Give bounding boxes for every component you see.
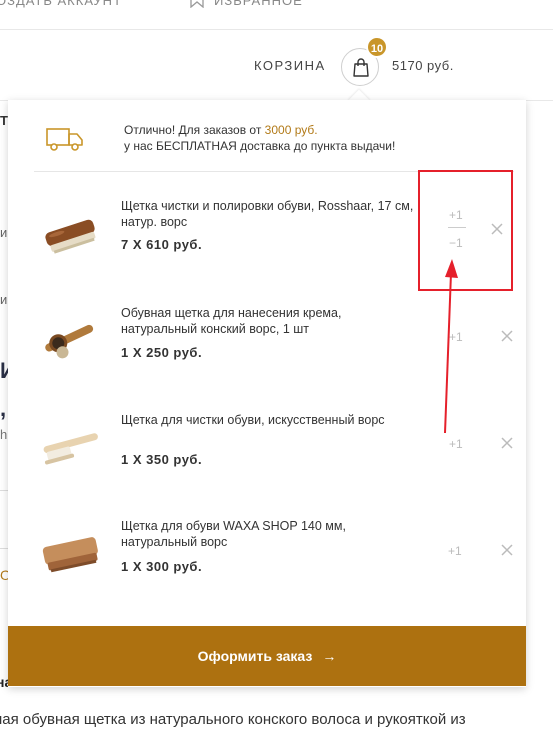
item-price: 1 X 250 руб. — [121, 345, 203, 360]
cart-count-badge: 10 — [366, 36, 388, 58]
shoe-brush-dark-icon — [45, 219, 96, 254]
promo-line2: у нас БЕСПЛАТНАЯ доставка до пункта выда… — [124, 139, 396, 153]
item-title[interactable]: Щетка чистки и полировки обуви, Rosshaar… — [121, 198, 421, 230]
cart-label[interactable]: КОРЗИНА — [254, 58, 326, 73]
item-title[interactable]: Щетка для чистки обуви, искусственный во… — [121, 412, 421, 428]
close-icon[interactable] — [500, 436, 514, 450]
bookmark-icon[interactable] — [190, 0, 204, 8]
qty-increase-button[interactable]: +1 — [449, 437, 463, 451]
close-icon[interactable] — [500, 329, 514, 343]
wood-brush-icon — [42, 537, 98, 573]
favorites-link[interactable]: ИЗБРАННОЕ — [214, 0, 303, 8]
top-strip: ОЗДАТЬ АККАУНТ ИЗБРАННОЕ — [0, 0, 553, 30]
truck-icon — [46, 128, 83, 151]
checkout-label: Оформить заказ — [197, 648, 313, 664]
promo-amount: 3000 руб. — [264, 123, 318, 137]
item-price: 1 X 300 руб. — [121, 559, 203, 574]
checkout-button[interactable]: Оформить заказ → — [8, 626, 526, 686]
item-title[interactable]: Обувная щетка для нанесения крема, натур… — [121, 305, 421, 337]
annotation-arrow-icon — [444, 259, 458, 434]
light-brush-icon — [43, 433, 98, 465]
promo-line1: Отлично! Для заказов от — [124, 123, 265, 137]
qty-increase-button[interactable]: +1 — [448, 544, 462, 558]
dauber-brush-icon — [45, 324, 94, 359]
close-icon[interactable] — [500, 543, 514, 557]
bg-fragment: и — [0, 292, 8, 307]
bg-description-text: ная обувная щетка из натурального конско… — [0, 711, 466, 728]
cart-item: Щетка для обуви WAXA SHOP 140 мм, натура… — [34, 504, 514, 612]
shopping-bag-icon — [353, 58, 369, 77]
bg-divider — [0, 548, 8, 549]
page: ОЗДАТЬ АККАУНТ ИЗБРАННОЕ КОРЗИНА 10 5170… — [0, 0, 553, 732]
bg-fragment: , — [0, 396, 7, 421]
bg-divider — [0, 490, 8, 491]
promo-text: Отлично! Для заказов от 3000 руб. у нас … — [124, 122, 395, 154]
cart-total: 5170 руб. — [392, 58, 454, 73]
bg-fragment: h — [0, 427, 8, 442]
bg-fragment: и — [0, 225, 8, 240]
item-title[interactable]: Щетка для обуви WAXA SHOP 140 мм, натура… — [121, 518, 421, 550]
item-price: 1 X 350 руб. — [121, 452, 203, 467]
create-account-link[interactable]: ОЗДАТЬ АККАУНТ — [0, 0, 122, 8]
free-delivery-notice: Отлично! Для заказов от 3000 руб. у нас … — [34, 100, 514, 172]
item-price: 7 X 610 руб. — [121, 237, 203, 252]
arrow-right-icon: → — [322, 648, 337, 664]
